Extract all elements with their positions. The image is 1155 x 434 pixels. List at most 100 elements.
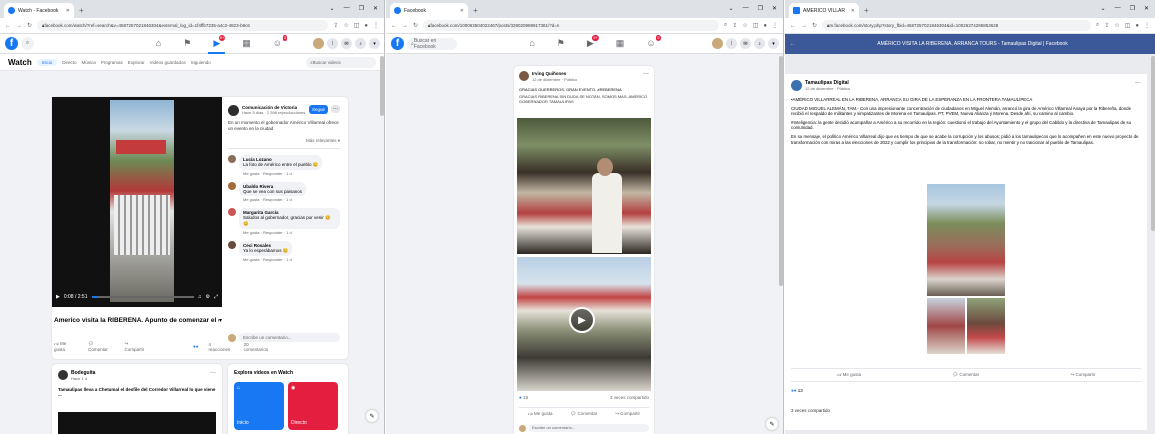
bell-icon[interactable]: ♪ [754, 38, 765, 49]
reactions-count[interactable]: 4 reacciones [208, 342, 233, 352]
reload-icon[interactable]: ↻ [27, 22, 32, 29]
messenger-icon[interactable]: ✉ [341, 38, 352, 49]
post-video[interactable]: ▶ [517, 257, 651, 391]
watch-tab-explore[interactable]: Explorar [128, 60, 145, 65]
back-icon[interactable]: ← [5, 23, 11, 29]
new-tab-icon[interactable]: + [864, 6, 869, 15]
reactions-row[interactable]: ●● 13 [791, 388, 803, 393]
share-icon[interactable]: ⇪ [333, 22, 338, 29]
watch-tab-shows[interactable]: Programas [101, 60, 123, 65]
comments-count[interactable]: 20 comentarios [244, 342, 274, 352]
grid-menu-icon[interactable]: ⁞ [327, 38, 338, 49]
share-button[interactable]: ↪ Compartir [615, 411, 640, 417]
avatar[interactable] [519, 71, 529, 81]
grid-menu-icon[interactable]: ⁞ [726, 38, 737, 49]
close-window-icon[interactable]: ✕ [772, 5, 777, 12]
watch-icon[interactable]: ▶ 9+ [587, 35, 599, 49]
maximize-icon[interactable]: ❐ [359, 5, 364, 12]
star-icon[interactable]: ☆ [1114, 22, 1119, 29]
more-icon[interactable]: ··· [210, 370, 216, 381]
back-icon[interactable]: ← [790, 23, 796, 29]
video-player[interactable]: ▶ 0:08 / 2:51 ♫ ⚙ ⤢ [52, 97, 222, 307]
reactions[interactable]: ● 19 [519, 395, 528, 400]
search-icon[interactable]: ⌕ [21, 37, 34, 50]
avatar[interactable] [228, 208, 236, 216]
forward-icon[interactable]: → [801, 23, 807, 29]
settings-icon[interactable]: ⚙ [206, 294, 210, 300]
pages-icon[interactable]: ⚑ [183, 38, 191, 49]
pages-icon[interactable]: ⚑ [557, 38, 565, 49]
chevron-down-icon[interactable]: ⌄ [1101, 5, 1106, 12]
explore-card-live[interactable]: ◉ Directo [288, 382, 338, 430]
shares-count[interactable]: 3 veces compartido [791, 408, 830, 413]
chevron-down-icon[interactable]: ⌄ [729, 5, 734, 12]
close-window-icon[interactable]: ✕ [1144, 5, 1149, 12]
browser-tab[interactable]: Watch - Facebook ✕ [4, 3, 74, 18]
star-icon[interactable]: ☆ [343, 22, 348, 29]
extensions-icon[interactable]: ◫ [354, 22, 360, 29]
more-icon[interactable]: ··· [331, 105, 340, 113]
back-icon[interactable]: ← [391, 23, 397, 29]
forward-icon[interactable]: → [402, 23, 408, 29]
follow-button[interactable]: Seguir [308, 105, 328, 114]
url-field[interactable]: 🔒︎ facebook.com/100063504022467/posts/32… [423, 20, 719, 31]
maximize-icon[interactable]: ❐ [758, 5, 763, 12]
comment-actions[interactable]: Me gusta · Responder · 1 d [243, 171, 322, 176]
watch-tab-saved[interactable]: Videos guardados [150, 60, 186, 65]
like-button[interactable]: 👍︎ Me gusta [528, 411, 552, 417]
collage-photo-2[interactable] [927, 298, 965, 354]
post-author[interactable]: Irving Quiñones [532, 71, 566, 76]
minimize-icon[interactable]: — [344, 5, 350, 12]
account-chevron-icon[interactable]: ▾ [369, 38, 380, 49]
fullscreen-icon[interactable]: ⤢ [214, 294, 218, 300]
reload-icon[interactable]: ↻ [812, 22, 817, 29]
watch-search-input[interactable]: ⌕ Buscar videos [306, 56, 376, 68]
watch-tab-following[interactable]: Siguiendo [191, 60, 211, 65]
watch-tab-home[interactable]: Inicio [36, 58, 58, 66]
share-button[interactable]: ↪ Compartir [125, 341, 149, 352]
avatar[interactable] [712, 38, 723, 49]
edit-icon[interactable]: ✎ [366, 410, 378, 422]
browser-tab[interactable]: Facebook ✕ [390, 3, 468, 18]
close-window-icon[interactable]: ✕ [373, 5, 378, 12]
url-field[interactable]: 🔒︎ m.facebook.com/story.php?story_fbid=4… [822, 20, 1091, 31]
home-icon[interactable]: ⌂ [156, 38, 161, 49]
sort-comments[interactable]: Más relevantes ▾ [228, 138, 340, 149]
share-button[interactable]: ↪ Compartir [1071, 372, 1096, 378]
comment-button[interactable]: 💬︎ Comentar [570, 411, 597, 417]
groups-icon[interactable]: ☺ 5 [273, 35, 287, 49]
avatar[interactable] [228, 155, 236, 163]
chevron-down-icon[interactable]: ▾ [219, 317, 222, 324]
collage-photo-3[interactable] [967, 298, 1005, 354]
volume-icon[interactable]: ♫ [198, 294, 202, 300]
minimize-icon[interactable]: — [743, 5, 749, 12]
menu-icon[interactable]: ⋮ [1144, 22, 1150, 29]
minimize-icon[interactable]: — [1115, 5, 1121, 12]
avatar[interactable] [791, 80, 802, 91]
menu-icon[interactable]: ⋮ [772, 22, 778, 29]
avatar[interactable] [228, 241, 236, 249]
watch-tab-music[interactable]: Música [81, 60, 95, 65]
marketplace-icon[interactable]: ▦ [616, 38, 625, 49]
progress-bar[interactable] [91, 296, 194, 298]
more-icon[interactable]: ··· [1135, 80, 1141, 91]
forward-icon[interactable]: → [16, 23, 22, 29]
url-field[interactable]: 🔒︎ facebook.com/watch/?ref=search&v=4587… [37, 20, 329, 31]
close-tab-icon[interactable]: ✕ [845, 8, 855, 14]
new-tab-icon[interactable]: + [473, 6, 478, 15]
avatar[interactable] [228, 182, 236, 190]
comment-button[interactable]: 💬︎ Comentar [88, 341, 114, 352]
browser-tab[interactable]: AMERICO VILLARREAL ANAYA ✕ [789, 3, 859, 18]
comment-actions[interactable]: Me gusta · Responder · 1 d [243, 230, 340, 235]
profile-icon[interactable]: ● [1135, 23, 1139, 29]
close-tab-icon[interactable]: ✕ [454, 8, 464, 14]
extensions-icon[interactable]: ◫ [1125, 22, 1131, 29]
share-icon[interactable]: ⇪ [1104, 22, 1109, 29]
shares-count[interactable]: 3 veces compartido [610, 395, 649, 400]
home-icon[interactable]: ⌂ [529, 38, 534, 49]
extensions-icon[interactable]: ◫ [753, 22, 759, 29]
bell-icon[interactable]: ♪ [355, 38, 366, 49]
marketplace-icon[interactable]: ▦ [242, 38, 251, 49]
maximize-icon[interactable]: ❐ [1130, 5, 1135, 12]
comment-actions[interactable]: Me gusta · Responder · 1 d [243, 257, 292, 262]
